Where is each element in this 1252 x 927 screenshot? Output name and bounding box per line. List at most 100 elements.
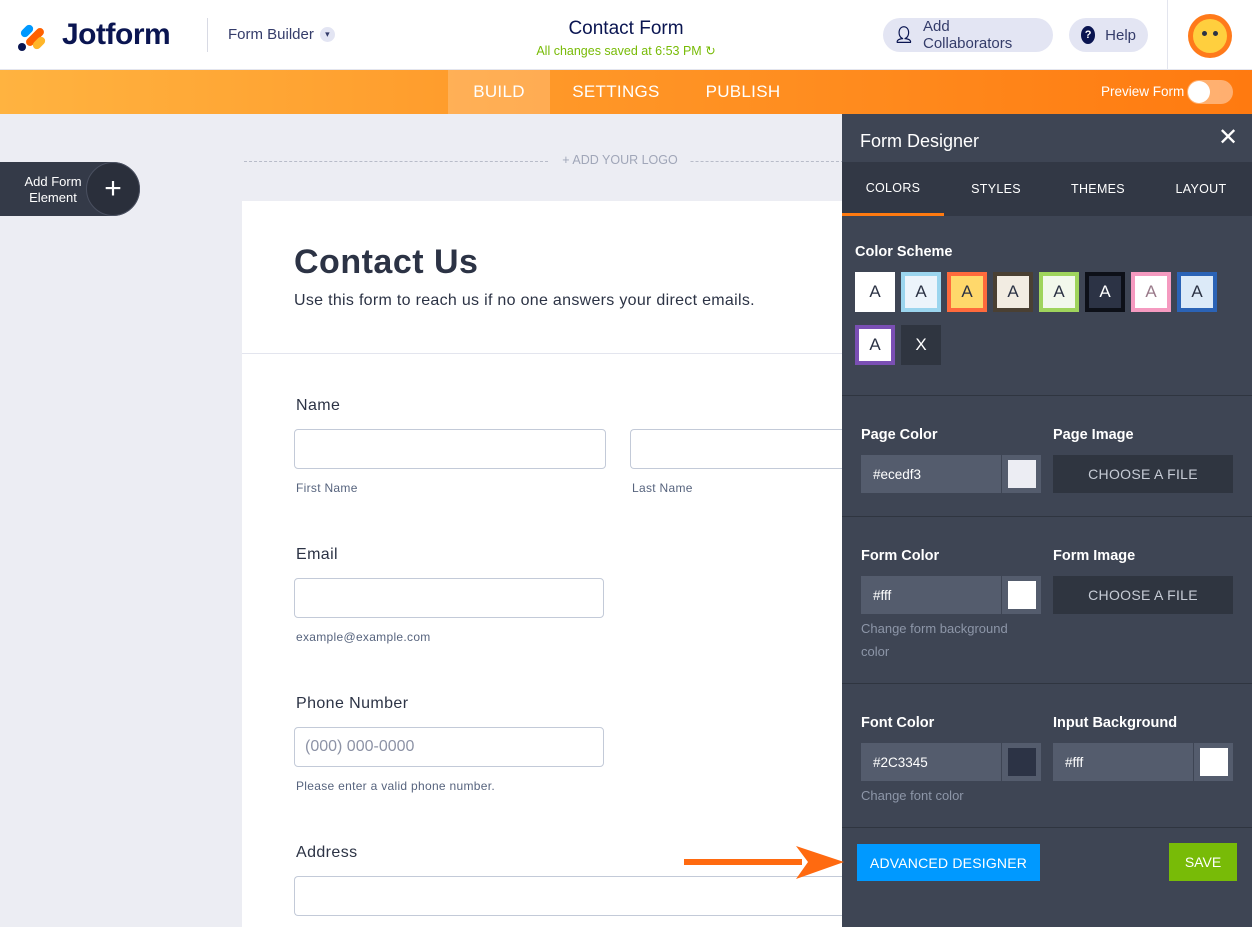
panel-title: Form Designer bbox=[860, 131, 980, 151]
advanced-designer-button[interactable]: ADVANCED DESIGNER bbox=[857, 844, 1040, 881]
save-status: All changes saved at 6:53 PM ↻ bbox=[476, 43, 776, 58]
last-name-sublabel: Last Name bbox=[632, 481, 693, 495]
jotform-logo-icon bbox=[16, 19, 50, 53]
jotform-logo[interactable]: Jotform bbox=[16, 18, 171, 53]
form-color-swatch[interactable] bbox=[1007, 581, 1036, 609]
color-scheme-swatch[interactable]: A bbox=[901, 272, 941, 312]
email-sublabel: example@example.com bbox=[296, 630, 431, 644]
page-image-label: Page Image bbox=[1053, 427, 1134, 443]
section-divider bbox=[842, 683, 1252, 684]
first-name-sublabel: First Name bbox=[296, 481, 358, 495]
close-icon[interactable]: ✕ bbox=[1216, 126, 1240, 150]
input-background-field[interactable]: #fff bbox=[1053, 743, 1233, 781]
tab-publish[interactable]: PUBLISH bbox=[694, 70, 792, 114]
avatar-face-icon bbox=[1193, 19, 1227, 53]
font-color-hint: Change font color bbox=[861, 788, 964, 803]
input-background-value: #fff bbox=[1065, 754, 1084, 770]
address-input[interactable] bbox=[294, 876, 854, 916]
phone-label[interactable]: Phone Number bbox=[296, 695, 408, 713]
preview-form-label: Preview Form bbox=[1101, 84, 1185, 99]
question-icon: ? bbox=[1081, 26, 1096, 44]
header-separator bbox=[1167, 0, 1168, 70]
phone-sublabel: Please enter a valid phone number. bbox=[296, 779, 495, 793]
add-logo-link[interactable]: + ADD YOUR LOGO bbox=[550, 153, 690, 167]
color-scheme-swatch[interactable]: A bbox=[993, 272, 1033, 312]
tab-layout[interactable]: LAYOUT bbox=[1150, 162, 1252, 216]
input-background-label: Input Background bbox=[1053, 715, 1178, 731]
color-scheme-swatch[interactable]: A bbox=[1131, 272, 1171, 312]
page-color-label: Page Color bbox=[861, 427, 938, 443]
input-background-swatch[interactable] bbox=[1199, 748, 1228, 776]
first-name-input[interactable] bbox=[294, 429, 606, 469]
form-image-label: Form Image bbox=[1053, 548, 1136, 564]
last-name-input[interactable] bbox=[630, 429, 860, 469]
help-label: Help bbox=[1105, 26, 1136, 44]
address-label[interactable]: Address bbox=[296, 844, 358, 862]
preview-form-toggle[interactable] bbox=[1187, 80, 1233, 104]
form-title[interactable]: Contact Form bbox=[476, 18, 776, 40]
font-color-label: Font Color bbox=[861, 715, 935, 731]
form-color-hint: Change form background color bbox=[861, 621, 1008, 659]
toggle-knob bbox=[1188, 81, 1210, 103]
save-button[interactable]: SAVE bbox=[1169, 843, 1237, 881]
tab-settings[interactable]: SETTINGS bbox=[562, 70, 670, 114]
phone-input[interactable]: (000) 000-0000 bbox=[294, 727, 604, 767]
header-divider bbox=[207, 18, 208, 52]
form-subheading[interactable]: Use this form to reach us if no one answ… bbox=[294, 292, 755, 310]
form-builder-menu[interactable]: Form Builder ▾ bbox=[228, 26, 335, 43]
section-divider bbox=[842, 827, 1252, 828]
form-title-block: Contact Form All changes saved at 6:53 P… bbox=[476, 18, 776, 58]
form-color-label: Form Color bbox=[861, 548, 940, 564]
annotation-arrow-icon bbox=[684, 846, 844, 879]
logo-dropzone-line bbox=[244, 161, 844, 162]
chevron-down-icon: ▾ bbox=[319, 27, 335, 42]
save-status-text: All changes saved at 6:53 PM bbox=[536, 44, 702, 58]
form-image-choose-file-button[interactable]: CHOOSE A FILE bbox=[1053, 576, 1233, 614]
color-scheme-swatch[interactable]: A bbox=[1177, 272, 1217, 312]
color-scheme-swatch[interactable]: A bbox=[947, 272, 987, 312]
plus-icon: + bbox=[86, 162, 140, 216]
page-color-field[interactable]: #ecedf3 bbox=[861, 455, 1041, 493]
font-color-value: #2C3345 bbox=[873, 754, 928, 770]
avatar[interactable] bbox=[1188, 14, 1232, 58]
color-scheme-swatch[interactable]: A bbox=[1085, 272, 1125, 312]
color-scheme-label: Color Scheme bbox=[855, 244, 953, 260]
builder-nav: BUILD SETTINGS PUBLISH Preview Form bbox=[0, 70, 1252, 114]
page-color-value: #ecedf3 bbox=[873, 466, 922, 482]
add-collaborators-label: Add Collaborators bbox=[923, 18, 1013, 52]
tab-styles[interactable]: STYLES bbox=[945, 162, 1047, 216]
form-card: Contact Us Use this form to reach us if … bbox=[242, 201, 860, 927]
help-button[interactable]: ? Help bbox=[1069, 18, 1148, 52]
font-color-field[interactable]: #2C3345 bbox=[861, 743, 1041, 781]
top-header: Jotform Form Builder ▾ Contact Form All … bbox=[0, 0, 1252, 70]
form-builder-label: Form Builder bbox=[228, 26, 314, 43]
form-heading[interactable]: Contact Us bbox=[294, 243, 478, 282]
email-input[interactable] bbox=[294, 578, 604, 618]
form-designer-panel: Form Designer ✕ COLORS STYLES THEMES LAY… bbox=[842, 114, 1252, 927]
form-color-value: #fff bbox=[873, 587, 892, 603]
add-form-element-label: Add Form Element bbox=[24, 174, 82, 205]
designer-tabs: COLORS STYLES THEMES LAYOUT bbox=[842, 162, 1252, 216]
tab-themes[interactable]: THEMES bbox=[1047, 162, 1149, 216]
refresh-icon: ↻ bbox=[705, 44, 716, 58]
page-color-swatch[interactable] bbox=[1007, 460, 1036, 488]
email-label[interactable]: Email bbox=[296, 546, 338, 564]
add-form-element-button[interactable]: Add Form Element + bbox=[0, 162, 140, 216]
name-label[interactable]: Name bbox=[296, 397, 340, 415]
tab-build[interactable]: BUILD bbox=[448, 70, 550, 114]
phone-placeholder: (000) 000-0000 bbox=[305, 738, 415, 755]
font-color-swatch[interactable] bbox=[1007, 748, 1036, 776]
tab-colors[interactable]: COLORS bbox=[842, 162, 944, 216]
form-color-field[interactable]: #fff bbox=[861, 576, 1041, 614]
color-scheme-swatch[interactable]: A bbox=[855, 325, 895, 365]
brand-name: Jotform bbox=[62, 18, 171, 51]
color-scheme-swatch[interactable]: X bbox=[901, 325, 941, 365]
section-divider bbox=[842, 516, 1252, 517]
page-image-choose-file-button[interactable]: CHOOSE A FILE bbox=[1053, 455, 1233, 493]
color-scheme-swatch[interactable]: A bbox=[1039, 272, 1079, 312]
add-collaborators-button[interactable]: 👤︎ Add Collaborators bbox=[883, 18, 1053, 52]
section-divider bbox=[842, 395, 1252, 396]
color-scheme-swatch[interactable]: A bbox=[855, 272, 895, 312]
user-icon: 👤︎ bbox=[893, 27, 915, 44]
form-header-divider bbox=[242, 353, 844, 354]
